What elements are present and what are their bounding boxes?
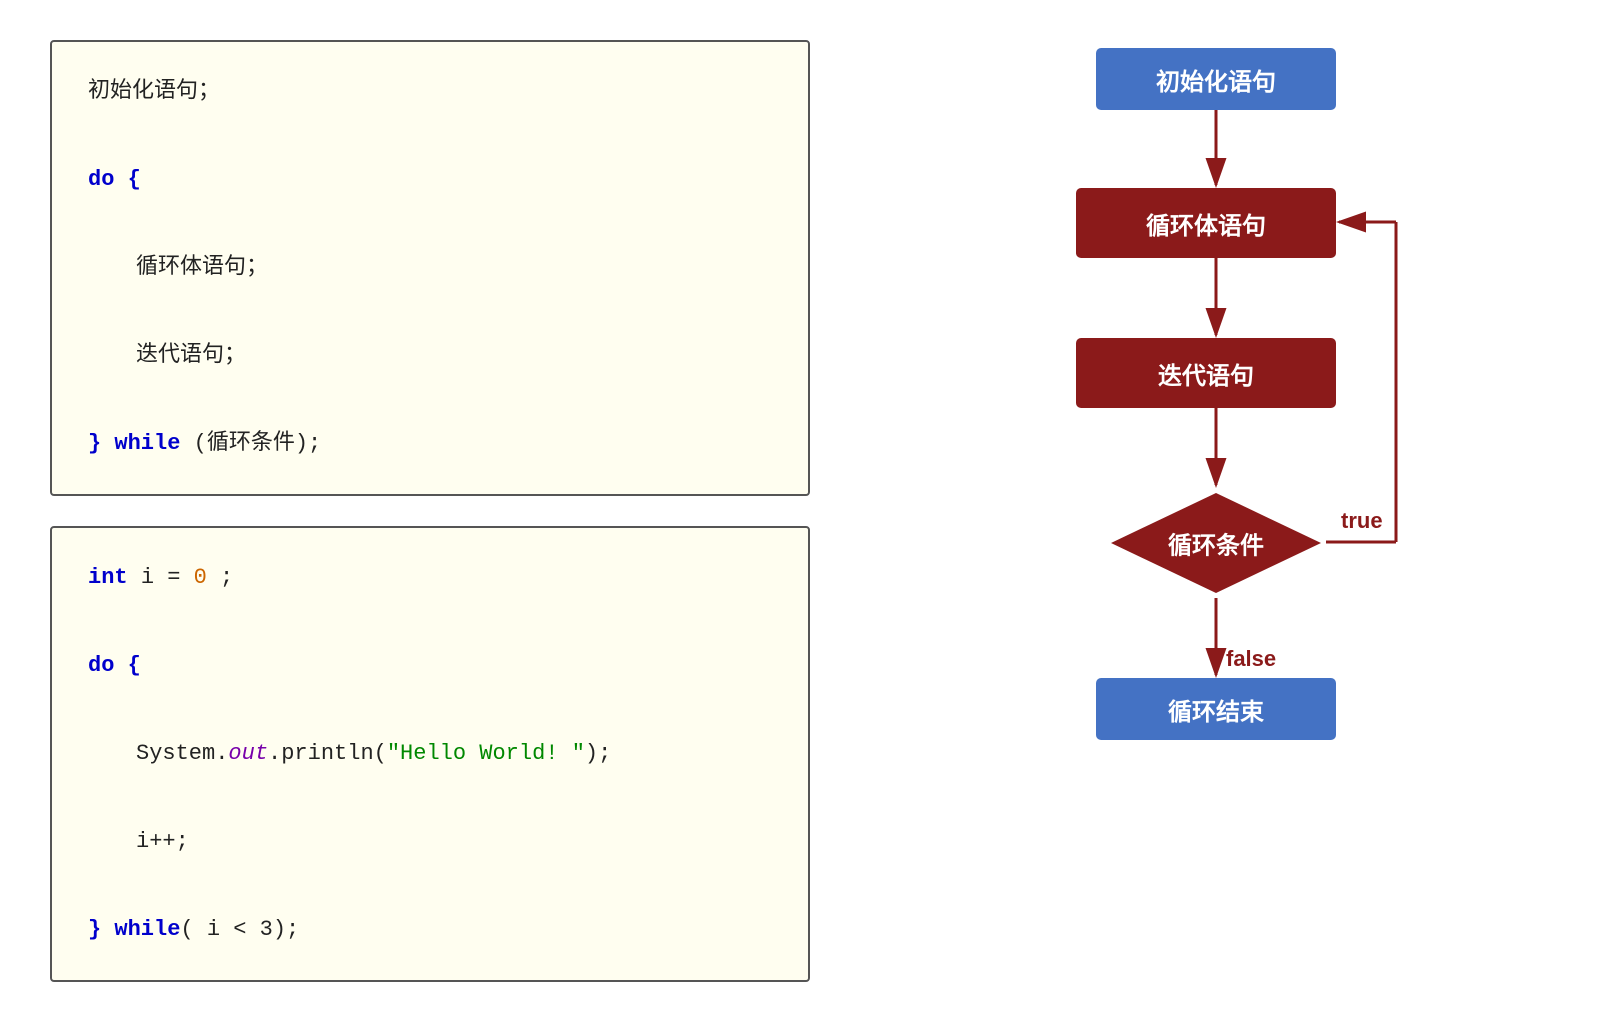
- keyword: do {: [88, 167, 141, 192]
- left-panel: 初始化语句； do { 循环体语句； 迭代语句； } while (循环条件);…: [20, 20, 840, 1002]
- code-text: i =: [141, 565, 194, 590]
- code-line: [88, 776, 772, 820]
- code-line: } while( i < 3);: [88, 908, 772, 952]
- keyword: int: [88, 565, 128, 590]
- code-line: } while (循环条件);: [88, 422, 772, 466]
- code-text: ;: [220, 565, 233, 590]
- code-text: );: [585, 741, 611, 766]
- keyword: } while: [88, 917, 180, 942]
- flowchart: true false 初始化语句 循环体语句 迭代语句 循环条件 循环结束: [976, 30, 1456, 790]
- code-line: 循环体语句；: [88, 246, 772, 290]
- true-label: true: [1341, 508, 1383, 533]
- flowchart-arrows: true false: [976, 30, 1456, 790]
- number: 0: [194, 565, 207, 590]
- keyword: do {: [88, 653, 141, 678]
- code-line: do {: [88, 158, 772, 202]
- condition-label: 循环条件: [1106, 526, 1326, 561]
- init-node: 初始化语句: [1096, 48, 1336, 110]
- string: "Hello World! ": [387, 741, 585, 766]
- code-line: 初始化语句；: [88, 70, 772, 114]
- code-text: (循环条件);: [180, 431, 321, 456]
- code-line: [88, 600, 772, 644]
- init-label: 初始化语句: [1156, 62, 1276, 97]
- right-panel: true false 初始化语句 循环体语句 迭代语句 循环条件 循环结束: [840, 20, 1592, 1002]
- code-box-2: int i = 0 ; do { System.out.println("Hel…: [50, 526, 810, 982]
- condition-node: 循环条件: [1106, 488, 1326, 598]
- field: out: [228, 741, 268, 766]
- loop-body-label: 循环体语句: [1146, 206, 1266, 241]
- end-label: 循环结束: [1168, 692, 1264, 727]
- iter-node: 迭代语句: [1076, 338, 1336, 408]
- code-line: [88, 864, 772, 908]
- code-line: [88, 688, 772, 732]
- code-line: [88, 202, 772, 246]
- keyword: } while: [88, 431, 180, 456]
- code-line: [88, 378, 772, 422]
- code-line: i++;: [88, 820, 772, 864]
- code-line: [88, 290, 772, 334]
- code-text: ( i < 3);: [180, 917, 299, 942]
- false-label: false: [1226, 646, 1276, 671]
- iter-label: 迭代语句: [1158, 356, 1254, 391]
- code-text: System.: [136, 741, 228, 766]
- code-line: 迭代语句；: [88, 334, 772, 378]
- code-line: do {: [88, 644, 772, 688]
- code-line: int i = 0 ;: [88, 556, 772, 600]
- loop-body-node: 循环体语句: [1076, 188, 1336, 258]
- code-box-1: 初始化语句； do { 循环体语句； 迭代语句； } while (循环条件);: [50, 40, 810, 496]
- end-node: 循环结束: [1096, 678, 1336, 740]
- code-text: .println(: [268, 741, 387, 766]
- code-line: [88, 114, 772, 158]
- code-line: System.out.println("Hello World! ");: [88, 732, 772, 776]
